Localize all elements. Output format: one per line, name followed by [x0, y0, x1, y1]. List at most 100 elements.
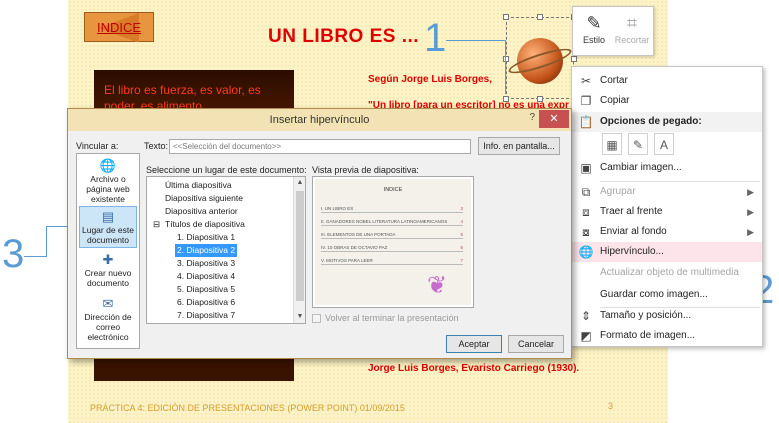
new-document-icon: ✚ — [102, 252, 114, 267]
menu-item-group[interactable]: ⧉ Agrupar ▶ — [572, 182, 762, 202]
scroll-down-icon[interactable]: ▼ — [294, 311, 305, 323]
submenu-arrow-icon: ▶ — [747, 227, 754, 237]
slide-preview: INDICE I. UN LIBRO ES 3 II. GANADORES NOB… — [312, 176, 474, 308]
paste-icon: 📋 — [578, 115, 594, 129]
menu-item-format-image[interactable]: ◩ Formato de imagen... — [572, 326, 762, 346]
callout-line-3b — [46, 226, 47, 257]
hyperlink-icon: 🌐 — [578, 245, 594, 259]
screentip-button[interactable]: Info. en pantalla... — [478, 137, 560, 155]
callout-number-1: 1 — [424, 16, 447, 60]
selected-planet-image[interactable] — [503, 14, 577, 102]
resize-handle[interactable] — [503, 56, 509, 62]
menu-item-copy[interactable]: ❐ Copiar — [572, 91, 762, 111]
preview-row: IV. 10 OBRAS DE OCTAVIO PAZ 6 — [321, 245, 463, 252]
text-label: Texto: — [144, 141, 169, 151]
link-existing-file[interactable]: 🌐 Archivo o página web existente — [79, 158, 137, 204]
paste-keep-format-icon[interactable]: ▦ — [602, 133, 622, 155]
image-style-icon: ✎ — [586, 13, 602, 33]
tree-item-slide-4[interactable]: 4. Diapositiva 4 — [177, 270, 235, 283]
link-email-address[interactable]: ✉ Dirección de correo electrónico — [79, 296, 137, 342]
preview-row: III. ELEMENTOS DE UNA PORTADA 5 — [321, 232, 463, 239]
slide-footer: PRÁCTICA 4: EDICIÓN DE PRESENTACIONES (P… — [90, 403, 405, 413]
callout-line-3 — [24, 256, 46, 257]
tree-item-slide-titles[interactable]: Títulos de diapositiva — [165, 218, 245, 231]
help-icon[interactable]: ? — [529, 112, 535, 123]
callout-line-1 — [446, 40, 506, 41]
citation-text: Jorge Luis Borges, Evaristo Carriego (19… — [368, 363, 580, 374]
tree-item-last-slide[interactable]: Última diapositiva — [165, 179, 232, 192]
group-icon: ⧉ — [581, 185, 591, 199]
link-new-document[interactable]: ✚ Crear nuevo documento — [79, 252, 137, 288]
scroll-thumb[interactable] — [296, 191, 304, 301]
ok-button[interactable]: Aceptar — [446, 335, 502, 353]
author-text: Según Jorge Luis Borges, — [368, 74, 492, 85]
context-menu: ✂ Cortar ❐ Copiar Opciones de pegado: 📋 ▦ ✎… — [571, 66, 763, 347]
menu-item-size-position[interactable]: ⇕ Tamaño y posición... — [572, 306, 762, 326]
tree-item-slide-5[interactable]: 5. Diapositiva 5 — [177, 283, 235, 296]
submenu-arrow-icon: ▶ — [747, 187, 754, 197]
insert-hyperlink-dialog: Insertar hipervínculo ? ✕ Vincular a: Te… — [67, 108, 572, 359]
menu-item-cut[interactable]: ✂ Cortar — [572, 71, 762, 91]
link-to-bar: 🌐 Archivo o página web existente ▤ Lugar… — [76, 153, 140, 349]
tree-item-slide-6[interactable]: 6. Diapositiva 6 — [177, 296, 235, 309]
display-text-input[interactable]: <<Selección del documento>> — [169, 139, 471, 154]
callout-number-3: 3 — [2, 232, 25, 276]
tree-item-slide-2[interactable]: 2. Diapositiva 2 — [175, 244, 238, 257]
send-back-icon: ⧇ — [582, 225, 590, 239]
format-image-icon: ◩ — [580, 329, 592, 343]
paste-options-row: ▦ ✎ A — [602, 133, 680, 155]
link-place-in-document[interactable]: ▤ Lugar de este documento — [79, 206, 137, 248]
paste-options-header: Opciones de pegado: — [572, 112, 762, 132]
menu-item-save-image[interactable]: Guardar como imagen... — [572, 285, 762, 305]
crop-label: Recortar — [614, 35, 650, 45]
callout-line-1b — [505, 40, 506, 94]
place-tree: Última diapositiva Diapositiva siguiente… — [146, 176, 306, 324]
preview-title: INDICE — [383, 187, 403, 193]
paste-text-only-icon[interactable]: A — [654, 133, 674, 155]
submenu-arrow-icon: ▶ — [747, 207, 754, 217]
resize-handle[interactable] — [537, 96, 543, 102]
index-label: INDICE — [96, 20, 142, 35]
tree-item-next-slide[interactable]: Diapositiva siguiente — [165, 192, 243, 205]
show-return-checkbox-row[interactable]: Volver al terminar la presentación — [312, 313, 459, 324]
show-return-checkbox[interactable] — [312, 314, 321, 324]
preview-row: V. MOTIVOS PARA LEER 7 — [321, 258, 463, 265]
preview-row: II. GANADORES NOBEL LITERATURA LATINOAME… — [321, 219, 463, 226]
crop-icon: ⌗ — [626, 13, 638, 33]
email-icon: ✉ — [102, 296, 114, 311]
menu-item-send-back[interactable]: ⧇ Enviar al fondo ▶ — [572, 222, 762, 242]
resize-handle[interactable] — [571, 56, 577, 62]
bring-front-icon: ⧈ — [582, 205, 590, 219]
scissors-icon: ✂ — [580, 74, 592, 88]
tree-item-slide-1[interactable]: 1. Diapositiva 1 — [177, 231, 235, 244]
preview-label: Vista previa de diapositiva: — [312, 165, 419, 175]
mini-toolbar: ✎ Estilo ⌗ Recortar — [572, 6, 654, 56]
index-button[interactable]: INDICE — [84, 12, 154, 42]
scroll-up-icon[interactable]: ▲ — [294, 177, 305, 189]
menu-item-change-image[interactable]: ▣ Cambiar imagen... — [572, 158, 762, 178]
style-button[interactable]: ✎ Estilo — [575, 11, 613, 45]
tree-scrollbar[interactable]: ▲ ▼ — [293, 177, 305, 323]
preview-slide-thumbnail: INDICE I. UN LIBRO ES 3 II. GANADORES NOB… — [315, 179, 471, 305]
crop-button[interactable]: ⌗ Recortar — [613, 11, 651, 45]
slide-number: 3 — [608, 401, 614, 411]
close-icon[interactable]: ✕ — [539, 110, 569, 128]
resize-handle[interactable] — [503, 14, 509, 20]
tree-item-slide-3[interactable]: 3. Diapositiva 3 — [177, 257, 235, 270]
tree-item-prev-slide[interactable]: Diapositiva anterior — [165, 205, 238, 218]
butterfly-icon: ❦ — [427, 272, 448, 299]
tree-collapse-icon[interactable]: ⊟ — [153, 218, 160, 231]
tree-item-slide-7[interactable]: 7. Diapositiva 7 — [177, 309, 235, 322]
size-position-icon: ⇕ — [580, 309, 592, 323]
cancel-button[interactable]: Cancelar — [508, 335, 564, 353]
menu-item-hyperlink[interactable]: 🌐 Hipervínculo... — [572, 242, 762, 262]
copy-icon: ❐ — [580, 94, 592, 108]
menu-item-bring-front[interactable]: ⧈ Traer al frente ▶ — [572, 202, 762, 222]
paste-picture-icon[interactable]: ✎ — [628, 133, 648, 155]
resize-handle[interactable] — [503, 96, 509, 102]
menu-item-update-media[interactable]: Actualizar objeto de multimedia — [572, 263, 762, 283]
change-image-icon: ▣ — [580, 161, 592, 175]
dialog-title: Insertar hipervínculo — [68, 109, 571, 131]
document-place-icon: ▤ — [101, 209, 115, 224]
resize-handle[interactable] — [537, 14, 543, 20]
